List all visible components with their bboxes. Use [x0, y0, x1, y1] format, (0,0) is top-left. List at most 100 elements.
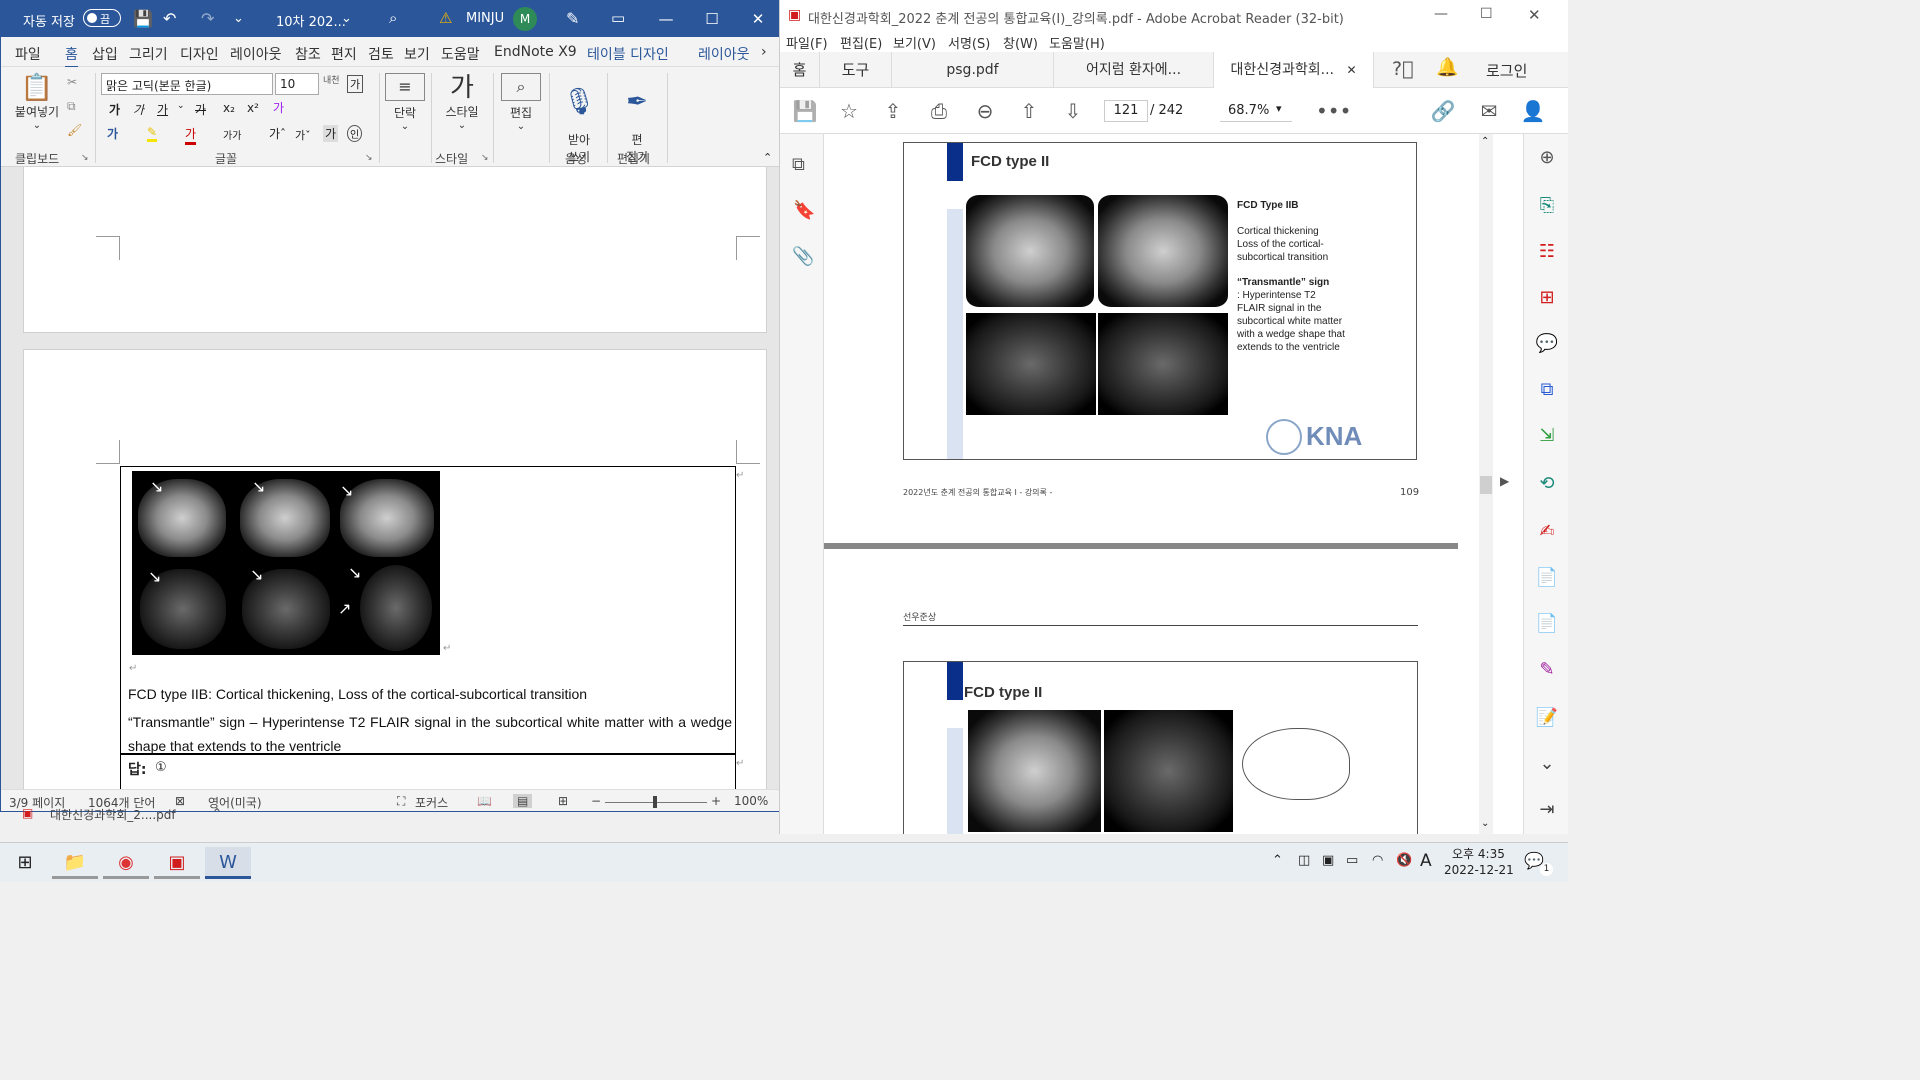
strikethrough-icon[interactable]: 가	[195, 101, 206, 118]
tab-endnote[interactable]: EndNote X9	[494, 44, 577, 60]
tab-review[interactable]: 검토	[368, 44, 394, 64]
save-icon[interactable]: 💾	[133, 9, 153, 28]
scrollbar[interactable]: ⌃ ⌄	[1479, 134, 1493, 834]
tab-home[interactable]: 홈	[65, 44, 78, 69]
ribbon-display-icon[interactable]: ▭	[611, 9, 625, 27]
pdf-viewport[interactable]: FCD type II FCD Type IIB Cortical thicke…	[824, 134, 1523, 834]
more-options-icon[interactable]: •••	[1316, 98, 1351, 124]
increase-font-icon[interactable]: 가ˆ	[269, 125, 286, 142]
tab-mailings[interactable]: 편지	[331, 44, 357, 64]
print-icon[interactable]: ⎙	[926, 98, 952, 124]
redo-icon[interactable]: ↷	[201, 9, 214, 28]
print-layout-icon[interactable]: ▤	[513, 794, 533, 808]
char-shading-icon[interactable]: 가	[323, 125, 339, 142]
tab-table-design[interactable]: 테이블 디자인	[587, 44, 669, 64]
highlight-color-icon[interactable]: ✎	[147, 125, 158, 142]
tray-app-icon[interactable]: ◫	[1298, 853, 1310, 868]
pen-icon[interactable]: ✎	[566, 9, 579, 28]
menu-sign[interactable]: 서명(S)	[948, 33, 990, 52]
tab-insert[interactable]: 삽입	[92, 44, 118, 64]
download-item[interactable]: 대한신경과학회_2....pdf	[50, 806, 176, 823]
chevron-up-icon[interactable]: ⌃	[212, 806, 222, 820]
tab-tools[interactable]: 도구	[820, 52, 892, 88]
menu-view[interactable]: 보기(V)	[893, 33, 936, 52]
star-icon[interactable]: ☆	[836, 98, 862, 124]
ime-indicator[interactable]: A	[1420, 851, 1432, 871]
share-link-icon[interactable]: 🔗	[1430, 98, 1456, 124]
caption-line2[interactable]: “Transmantle” sign – Hyperintense T2 FLA…	[128, 710, 732, 758]
font-color-icon[interactable]: 가	[185, 125, 197, 145]
organize-pages-icon[interactable]: ☷	[1535, 240, 1559, 264]
zoom-chevron-icon[interactable]: ▾	[1276, 102, 1282, 115]
caption-line1[interactable]: FCD type IIB: Cortical thickening, Loss …	[128, 686, 732, 702]
minimize-icon[interactable]: —	[651, 7, 681, 31]
grow-font-icon[interactable]: 내천	[323, 73, 340, 86]
search-icon[interactable]: ⌕	[389, 9, 397, 27]
answer-cell[interactable]: 답: ①	[120, 754, 736, 789]
close-icon[interactable]: ✕	[743, 7, 773, 31]
warning-icon[interactable]: ⚠	[439, 9, 452, 27]
zoom-slider-thumb[interactable]	[653, 796, 657, 808]
maximize-icon[interactable]: ☐	[1480, 6, 1493, 22]
previous-page-icon[interactable]: ⇧	[1016, 98, 1042, 124]
account-icon[interactable]: 👤	[1520, 98, 1546, 124]
underline-icon[interactable]: 가	[157, 101, 168, 118]
tab-file[interactable]: 파일	[15, 44, 41, 64]
combine-files-icon[interactable]: ⧉	[1535, 378, 1559, 402]
autosave-toggle[interactable]: 끔	[83, 9, 121, 27]
paragraph-button[interactable]: ≡ 단락 ⌄	[385, 73, 425, 132]
scrollbar-thumb[interactable]	[1480, 476, 1492, 494]
menu-scroll-right-icon[interactable]: ›	[761, 44, 767, 60]
menu-file[interactable]: 파일(F)	[786, 33, 828, 52]
file-explorer-icon[interactable]: 📁	[52, 847, 98, 879]
windows-start-icon[interactable]: ⊞	[2, 847, 48, 879]
collapse-pane-icon[interactable]: ⇥	[1535, 798, 1559, 822]
protect-icon[interactable]: 📄	[1535, 612, 1559, 636]
email-icon[interactable]: ✉	[1476, 98, 1502, 124]
editing-button[interactable]: ⌕ 편집 ⌄	[501, 73, 541, 132]
menu-window[interactable]: 창(W)	[1003, 33, 1038, 52]
bookmark-icon[interactable]: 🔖	[793, 200, 815, 221]
menu-edit[interactable]: 편집(E)	[840, 33, 882, 52]
text-highlight-style-icon[interactable]: 가	[107, 125, 118, 142]
next-page-icon[interactable]: ⇩	[1060, 98, 1086, 124]
zoom-level[interactable]: 100%	[734, 794, 768, 808]
format-painter-icon[interactable]: 🖌	[67, 123, 82, 137]
avatar[interactable]: M	[513, 7, 537, 31]
scroll-up-icon[interactable]: ⌃	[1481, 136, 1489, 147]
tab-view[interactable]: 보기	[404, 44, 430, 64]
underline-dropdown-icon[interactable]: ⌄	[177, 101, 185, 111]
right-panel-toggle-icon[interactable]: ▶	[1500, 474, 1509, 488]
compress-pdf-icon[interactable]: ⇲	[1535, 424, 1559, 448]
tray-chevron-up-icon[interactable]: ⌃	[1272, 853, 1283, 868]
tab-psg[interactable]: psg.pdf	[892, 52, 1054, 88]
clipboard-launcher-icon[interactable]: ↘	[81, 153, 89, 163]
collapse-ribbon-icon[interactable]: ⌃	[763, 151, 772, 164]
italic-icon[interactable]: 가	[133, 101, 144, 118]
speaker-muted-icon[interactable]: 🔇	[1396, 853, 1412, 868]
tab-dizziness[interactable]: 어지럼 환자에...	[1054, 52, 1214, 88]
minimize-icon[interactable]: —	[1434, 6, 1448, 22]
chrome-icon[interactable]: ◉	[103, 847, 149, 879]
focus-label[interactable]: 포커스	[415, 794, 448, 811]
tab-design[interactable]: 디자인	[180, 44, 219, 64]
zoom-out-icon[interactable]: −	[591, 794, 601, 808]
fill-sign-icon[interactable]: ✍	[1535, 520, 1559, 544]
word-taskbar-icon[interactable]: W	[205, 847, 251, 879]
page-number-input[interactable]: 121	[1104, 100, 1148, 122]
clock-date[interactable]: 2022-12-21	[1444, 863, 1514, 877]
enclose-char-icon[interactable]: 인	[347, 125, 363, 142]
help-icon[interactable]: ?⃝	[1392, 58, 1414, 80]
styles-launcher-icon[interactable]: ↘	[481, 153, 489, 163]
bold-icon[interactable]: 가	[109, 101, 120, 118]
zoom-in-icon[interactable]: +	[711, 794, 721, 808]
zoom-tool-icon[interactable]: ⊕	[1535, 146, 1559, 170]
pages-thumbnail-icon[interactable]: ⧉	[792, 154, 805, 175]
export-pdf-icon[interactable]: ⎘	[1535, 194, 1559, 218]
styles-button[interactable]: 가 스타일 ⌄	[439, 73, 485, 131]
tab-home[interactable]: 홈	[780, 52, 820, 88]
tab-references[interactable]: 참조	[295, 44, 321, 64]
close-tab-icon[interactable]: ✕	[1346, 63, 1356, 77]
document-canvas[interactable]: ↘ ↘ ↘ ↘ ↘ ↘ ↗ ↵ ↵ FCD type IIB: Cortical…	[1, 167, 782, 789]
focus-icon[interactable]: ⛶	[397, 794, 405, 809]
